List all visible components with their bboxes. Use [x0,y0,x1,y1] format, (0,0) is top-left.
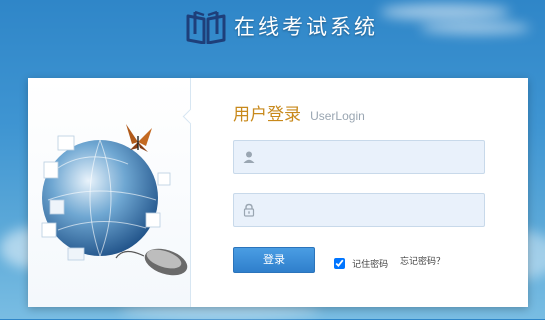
login-card: 用户登录 UserLogin 登录 记住密码 忘记密码？ [28,78,528,307]
login-title: 用户登录 [233,105,301,125]
forgot-password-link[interactable]: 忘记密码？ [400,254,445,267]
login-button[interactable]: 登录 [233,247,315,273]
user-icon [243,151,255,163]
login-illustration [28,78,191,307]
password-field[interactable] [233,193,485,228]
login-subtitle: UserLogin [310,109,365,123]
illustration-art [41,124,188,276]
login-heading: 用户登录 UserLogin [233,100,365,125]
butterfly-icon [126,124,152,152]
password-input[interactable] [264,194,478,228]
lock-icon [243,203,255,217]
remember-label: 记住密码 [352,260,389,270]
remember-checkbox[interactable] [334,258,345,269]
remember-password[interactable]: 记住密码 [334,253,389,270]
puzzle-globe-icon [41,135,171,261]
open-book-icon [186,10,226,44]
app-header: 在线考试系统 [0,0,545,58]
username-input[interactable] [264,141,478,175]
app-title: 在线考试系统 [234,15,378,39]
username-field[interactable] [233,140,485,175]
